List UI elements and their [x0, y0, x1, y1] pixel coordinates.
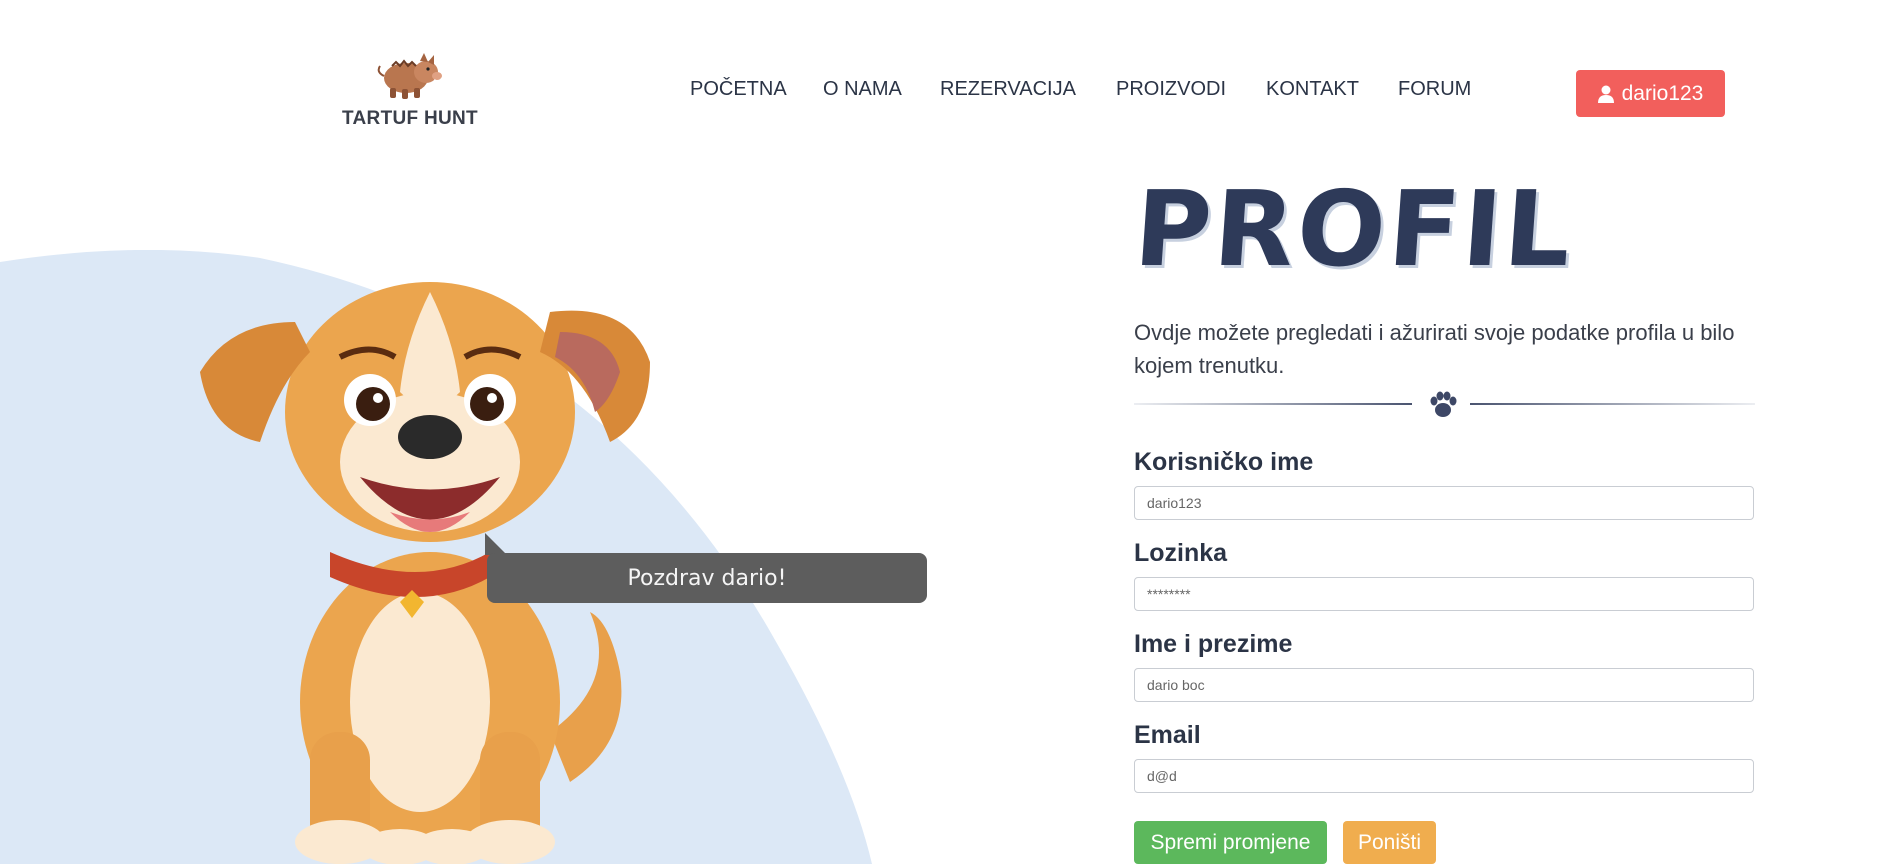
speech-bubble-tail — [485, 533, 507, 555]
page-title: PROFIL — [1130, 168, 1578, 290]
divider-left — [1134, 403, 1412, 405]
username-input[interactable]: dario123 — [1134, 486, 1754, 520]
nav-item-kontakt[interactable]: KONTAKT — [1266, 78, 1359, 101]
brand-name: TARTUF HUNT — [342, 108, 478, 129]
user-profile-button[interactable]: dario123 — [1576, 70, 1725, 117]
fullname-label-text: Ime i prezime — [1134, 630, 1293, 658]
cancel-button[interactable]: Poništi — [1343, 821, 1436, 864]
email-label-text: Email — [1134, 721, 1201, 749]
greeting-bubble: Pozdrav dario! — [487, 553, 927, 603]
user-icon — [1597, 85, 1614, 103]
divider-right — [1470, 403, 1755, 405]
save-button[interactable]: Spremi promjene — [1134, 821, 1327, 864]
username-label-text: Korisničko ime — [1134, 448, 1314, 476]
username-label: dario123 — [1621, 81, 1704, 105]
email-input[interactable]: d@d — [1134, 759, 1754, 793]
password-label-text: Lozinka — [1134, 539, 1228, 567]
nav-item-rezervacija[interactable]: REZERVACIJA — [940, 78, 1076, 101]
paw-icon — [1430, 391, 1457, 417]
nav-item-o-nama[interactable]: O NAMA — [823, 78, 902, 101]
boar-icon — [377, 53, 443, 99]
nav-item-forum[interactable]: FORUM — [1398, 78, 1471, 101]
nav-item-proizvodi[interactable]: PROIZVODI — [1116, 78, 1226, 101]
nav-item-pocetna[interactable]: POČETNA — [690, 78, 787, 101]
intro-text: Ovdje možete pregledati i ažurirati svoj… — [1134, 320, 1735, 378]
brand-logo[interactable]: TARTUF HUNT — [340, 46, 480, 130]
fullname-input[interactable]: dario boc — [1134, 668, 1754, 702]
password-input[interactable]: ******** — [1134, 577, 1754, 611]
